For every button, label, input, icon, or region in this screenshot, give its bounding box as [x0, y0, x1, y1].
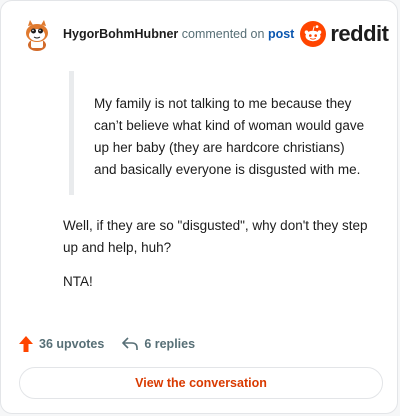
header-text: HygorBohmHubner commented on post	[63, 27, 294, 41]
quoted-text: My family is not talking to me because t…	[69, 71, 369, 195]
action-text: commented on	[181, 27, 265, 41]
comment-paragraph: NTA!	[63, 274, 93, 289]
post-link[interactable]: post	[268, 27, 294, 41]
view-conversation-button[interactable]: View the conversation	[19, 367, 383, 399]
user-avatar[interactable]	[19, 16, 55, 52]
upvote-arrow-icon	[19, 336, 33, 352]
reddit-alien-icon	[300, 21, 327, 47]
reddit-logo[interactable]: reddit	[300, 21, 389, 47]
brand-wordmark: reddit	[330, 21, 389, 46]
comment-header: HygorBohmHubner commented on post reddit	[19, 15, 389, 53]
comment-embed-card: HygorBohmHubner commented on post reddit…	[0, 0, 398, 414]
comment-footer: 36 upvotes 6 replies	[19, 333, 195, 355]
reply-arrow-icon	[122, 337, 139, 350]
snoo-avatar-icon	[19, 16, 55, 52]
username[interactable]: HygorBohmHubner	[63, 27, 178, 41]
comment-paragraph: Well, if they are so "disgusted", why do…	[63, 218, 368, 255]
upvote-count: 36 upvotes	[39, 337, 105, 351]
upvote-button[interactable]: 36 upvotes	[19, 336, 104, 352]
replies-button[interactable]: 6 replies	[122, 337, 195, 351]
reply-count: 6 replies	[144, 337, 196, 351]
